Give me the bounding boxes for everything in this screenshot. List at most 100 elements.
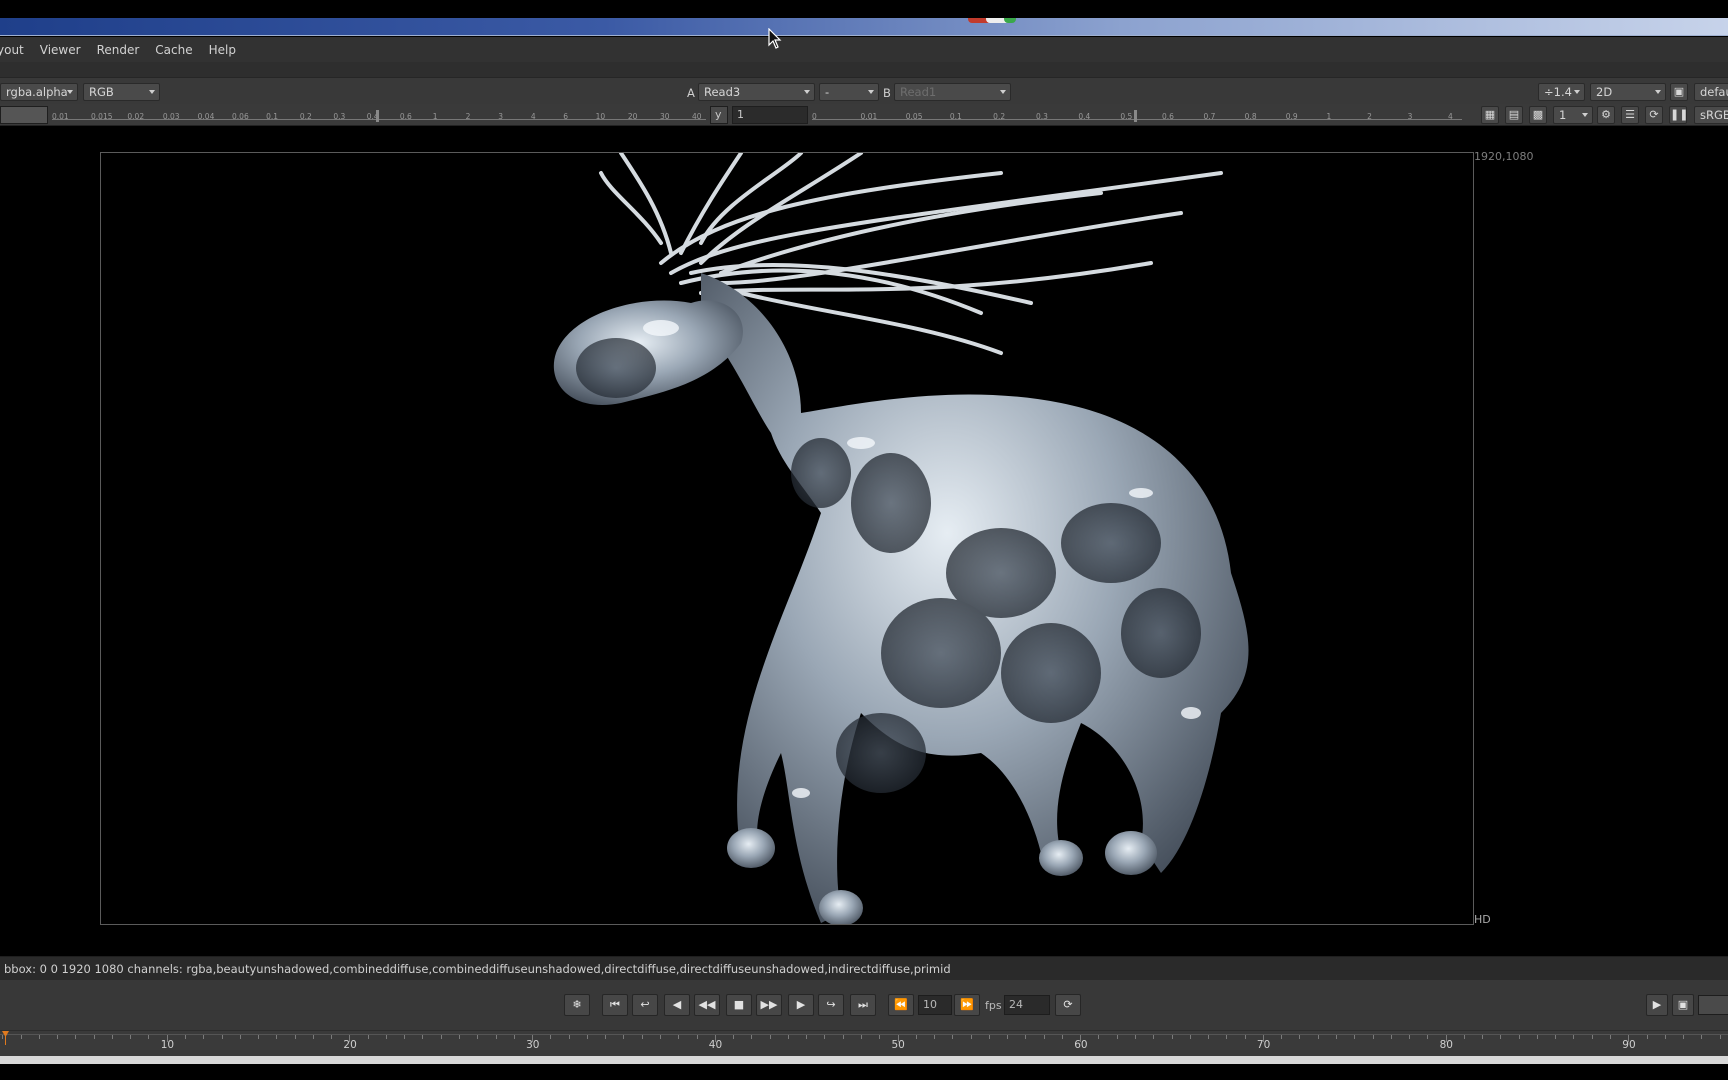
menu-cache[interactable]: Cache: [155, 43, 200, 57]
proxy-value: 1: [1559, 108, 1567, 122]
chevron-down-icon: [868, 90, 874, 94]
menu-help[interactable]: Help: [209, 43, 244, 57]
clip-warning-icon[interactable]: ▤: [1505, 106, 1523, 124]
next-frame-icon[interactable]: ▶: [788, 994, 814, 1016]
timeline-tick: [860, 1035, 862, 1039]
play-backward-icon[interactable]: ◀◀: [694, 994, 720, 1016]
last-frame-icon[interactable]: ⏭: [850, 994, 876, 1016]
timeline-tick: [550, 1035, 552, 1039]
gamma-slider-handle[interactable]: [1134, 110, 1137, 122]
next-keyframe-icon[interactable]: ↪: [818, 994, 844, 1016]
timeline-tick: [1098, 1035, 1100, 1039]
chevron-down-icon: [149, 90, 155, 94]
gain-slider-track: [52, 119, 706, 120]
timeline-tick: [1299, 1035, 1301, 1039]
timeline-tick: [988, 1035, 990, 1039]
menu-render[interactable]: Render: [97, 43, 148, 57]
gamma-field[interactable]: 1: [732, 106, 808, 124]
camera-icon[interactable]: ▣: [1670, 83, 1688, 101]
timeline-frame-label: 40: [708, 1039, 723, 1051]
skip-back-icon[interactable]: ⏪: [888, 994, 914, 1016]
timeline-tick: [294, 1035, 296, 1039]
app-logo-icon: [968, 18, 1038, 23]
layer-value: rgba.alpha: [6, 85, 68, 99]
snowflake-icon[interactable]: ❄: [564, 994, 590, 1016]
gear-icon[interactable]: ⚙: [1597, 106, 1615, 124]
window-title-bar[interactable]: [0, 18, 1728, 36]
list-icon[interactable]: ☰: [1621, 106, 1639, 124]
timeline-tick: [787, 1035, 789, 1039]
fps-value: 24: [1009, 998, 1023, 1011]
timeline-tick: [1135, 1035, 1136, 1039]
prev-keyframe-icon[interactable]: ↩: [632, 994, 658, 1016]
timeline-tick: [184, 1035, 186, 1039]
stop-icon[interactable]: ■: [726, 994, 752, 1016]
prev-frame-icon[interactable]: ◀: [664, 994, 690, 1016]
refresh-icon[interactable]: ⟳: [1645, 106, 1663, 124]
menu-layout[interactable]: yout: [0, 43, 32, 57]
image-frame: [100, 152, 1474, 925]
roi-icon[interactable]: ▦: [1481, 106, 1499, 124]
timeline-tick: [1482, 1035, 1484, 1039]
lut-dropdown[interactable]: defau: [1694, 83, 1728, 101]
timeline-tick: [1281, 1035, 1283, 1039]
timeline-tick: [1116, 1035, 1118, 1039]
timeline-tick: [733, 1035, 735, 1039]
loop-icon[interactable]: ⟳: [1055, 994, 1081, 1016]
gain-field[interactable]: [0, 106, 48, 124]
timeline-tick: [1500, 1035, 1502, 1039]
timeline-tick: [1555, 1035, 1557, 1039]
timeline-track: [0, 1034, 1728, 1035]
tool-strip: [0, 62, 1728, 78]
timeline-tick: [221, 1035, 223, 1039]
render-icon[interactable]: ▣: [1672, 994, 1694, 1016]
chevron-down-icon: [1582, 113, 1588, 117]
timeline-tick: [1646, 1035, 1648, 1039]
gain-slider-handle[interactable]: [376, 110, 379, 122]
colorspace-dropdown[interactable]: sRGB: [1694, 106, 1728, 124]
playhead-icon[interactable]: [2, 1031, 9, 1045]
play-forward-icon[interactable]: ▶▶: [756, 994, 782, 1016]
zoom-dropdown[interactable]: ÷1.4: [1538, 83, 1585, 101]
timeline-tick: [1335, 1035, 1337, 1039]
fps-field[interactable]: 24: [1004, 995, 1050, 1015]
range-field[interactable]: [1698, 995, 1728, 1015]
wipe-icon[interactable]: ▩: [1529, 106, 1547, 124]
input-a-value: Read3: [704, 85, 741, 99]
menu-viewer[interactable]: Viewer: [40, 43, 89, 57]
timeline-tick: [1719, 1035, 1721, 1039]
timeline-tick: [1573, 1035, 1575, 1039]
chevron-down-icon: [1655, 90, 1661, 94]
timeline-tick: [1208, 1035, 1210, 1039]
frame-increment-value: 10: [923, 998, 937, 1011]
layer-dropdown[interactable]: rgba.alpha: [0, 83, 78, 101]
y-label: y: [715, 108, 722, 121]
input-b-dropdown[interactable]: Read1: [894, 83, 1011, 101]
input-b-value: Read1: [900, 85, 937, 99]
timeline[interactable]: 10 20 30 40 50 60 70 80 90: [0, 1030, 1728, 1056]
first-frame-icon[interactable]: ⏮: [602, 994, 628, 1016]
viewer-canvas[interactable]: 1920,1080 HD: [0, 126, 1728, 956]
proxy-dropdown[interactable]: 1: [1553, 106, 1593, 124]
timeline-tick: [495, 1035, 497, 1039]
compare-mode-dropdown[interactable]: -: [819, 83, 879, 101]
timeline-tick: [806, 1035, 808, 1039]
fps-label: fps: [985, 999, 1002, 1012]
frame-increment-field[interactable]: 10: [918, 995, 952, 1015]
timeline-frame-label: 10: [160, 1039, 175, 1051]
flipbook-icon[interactable]: ▶: [1646, 994, 1668, 1016]
skip-forward-icon[interactable]: ⏩: [954, 994, 980, 1016]
pause-icon[interactable]: ❚❚: [1669, 106, 1688, 124]
screen-top-border: [0, 0, 1728, 18]
channels-dropdown[interactable]: RGB: [83, 83, 160, 101]
chevron-down-icon: [804, 90, 810, 94]
timeline-tick: [239, 1035, 241, 1039]
timeline-tick: [75, 1035, 77, 1039]
input-a-dropdown[interactable]: Read3: [698, 83, 815, 101]
timeline-tick: [1226, 1035, 1228, 1039]
view-mode-dropdown[interactable]: 2D: [1590, 83, 1666, 101]
timeline-tick: [1317, 1035, 1319, 1039]
rendered-horse-image: [553, 153, 1249, 924]
y-toggle-button[interactable]: y: [710, 106, 728, 124]
timeline-tick: [276, 1035, 278, 1039]
